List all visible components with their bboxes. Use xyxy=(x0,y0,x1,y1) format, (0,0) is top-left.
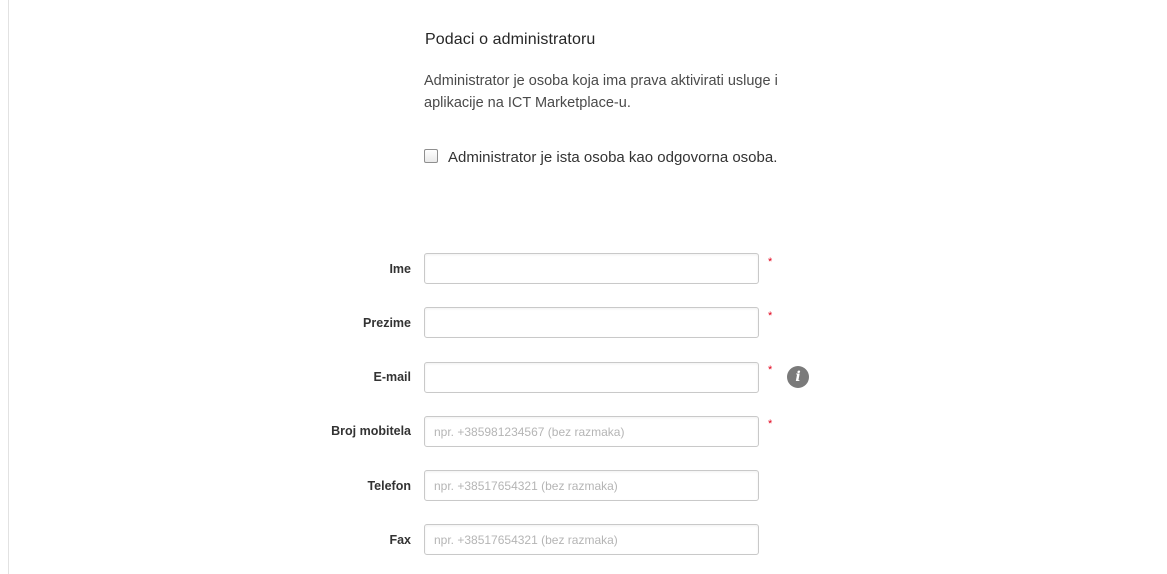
section-title: Podaci o administratoru xyxy=(425,31,596,48)
email-required-marker: * xyxy=(768,364,773,376)
same-as-responsible-checkbox[interactable] xyxy=(424,149,438,163)
first-name-input[interactable] xyxy=(424,253,759,284)
email-input[interactable] xyxy=(424,362,759,393)
info-icon[interactable]: i xyxy=(787,366,809,388)
email-label: E-mail xyxy=(373,370,411,384)
last-name-input[interactable] xyxy=(424,307,759,338)
first-name-label: Ime xyxy=(389,262,411,276)
mobile-required-marker: * xyxy=(768,418,773,430)
admin-details-page: Podaci o administratoru Administrator je… xyxy=(0,0,1167,574)
mobile-label: Broj mobitela xyxy=(331,424,411,438)
last-name-required-marker: * xyxy=(768,310,773,322)
last-name-label: Prezime xyxy=(363,316,411,330)
first-name-required-marker: * xyxy=(768,256,773,268)
section-description: Administrator je osoba koja ima prava ak… xyxy=(424,73,778,111)
phone-input[interactable] xyxy=(424,470,759,501)
mobile-input[interactable] xyxy=(424,416,759,447)
fax-input[interactable] xyxy=(424,524,759,555)
same-as-responsible-label: Administrator je ista osoba kao odgovorn… xyxy=(448,149,778,166)
phone-label: Telefon xyxy=(367,479,411,493)
fax-label: Fax xyxy=(389,533,411,547)
same-as-responsible-row[interactable]: Administrator je ista osoba kao odgovorn… xyxy=(424,146,778,170)
left-divider xyxy=(8,0,9,574)
